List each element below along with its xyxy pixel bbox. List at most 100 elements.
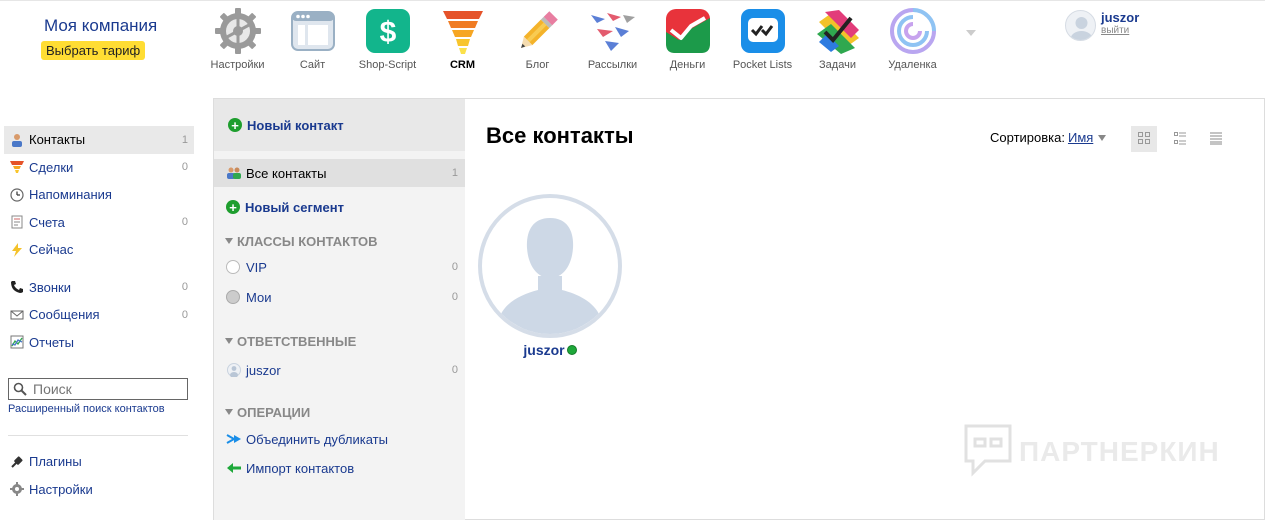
app-pocket-lists[interactable]: Pocket Lists: [725, 6, 800, 71]
shop-script-icon: $: [363, 6, 413, 56]
sidebar-item-now[interactable]: Сейчас: [4, 236, 194, 264]
app-tasks[interactable]: Задачи: [800, 6, 875, 71]
sidebar-item-reports[interactable]: Отчеты: [4, 329, 194, 357]
sidebar-item-label: Напоминания: [29, 187, 112, 203]
sidebar-item-label: Контакты: [29, 132, 86, 148]
list-view-icon: [1173, 131, 1187, 148]
responsible-count: 0: [451, 364, 458, 376]
logout-link[interactable]: выйти: [1101, 25, 1139, 36]
contact-avatar[interactable]: [478, 194, 622, 338]
table-view-icon: [1209, 131, 1223, 148]
operation-merge-duplicates[interactable]: Объединить дубликаты: [214, 425, 466, 453]
mailer-planes-icon: [588, 6, 638, 56]
top-header: Моя компания Выбрать тариф Настройки Сай…: [0, 0, 1265, 88]
app-site[interactable]: Сайт: [275, 6, 350, 71]
user-menu[interactable]: juszor выйти: [1065, 10, 1139, 41]
sidebar-item-settings[interactable]: Настройки: [4, 476, 194, 504]
class-count: 0: [451, 291, 458, 303]
responsible-header[interactable]: ОТВЕТСТВЕННЫЕ: [214, 331, 466, 351]
app-shop-script[interactable]: $ Shop-Script: [350, 6, 425, 71]
svg-text:$: $: [379, 16, 396, 49]
app-crm[interactable]: CRM: [425, 6, 500, 71]
sidebar-item-plugins[interactable]: Плагины: [4, 448, 194, 476]
plus-icon: +: [228, 118, 242, 132]
sidebar-item-label: Сейчас: [29, 242, 74, 258]
collapse-triangle-icon: [225, 238, 233, 244]
user-avatar[interactable]: [1065, 10, 1096, 41]
sort-dropdown-icon[interactable]: [1098, 134, 1107, 141]
sort-control[interactable]: Сортировка: Имя: [990, 130, 1107, 145]
phone-icon: [9, 279, 25, 295]
apps-more-dropdown-icon[interactable]: [966, 30, 976, 36]
envelope-icon: [9, 307, 25, 323]
contact-card[interactable]: juszor: [477, 194, 623, 358]
user-name[interactable]: juszor: [1101, 10, 1139, 25]
view-table-button[interactable]: [1203, 126, 1229, 152]
user-avatar-icon: [226, 362, 242, 378]
section-title: ОПЕРАЦИИ: [237, 404, 311, 420]
sidebar-item-label: Плагины: [29, 454, 82, 470]
site-icon: [288, 6, 338, 56]
class-item-mine[interactable]: Мои 0: [214, 283, 466, 311]
sidebar: Контакты 1 Сделки 0 Напоминания Счета 0 …: [4, 126, 194, 436]
collapse-triangle-icon: [225, 338, 233, 344]
pocket-lists-icon: [738, 6, 788, 56]
sidebar-item-contacts[interactable]: Контакты 1: [4, 126, 194, 154]
search-field[interactable]: [8, 378, 188, 400]
new-segment-item[interactable]: + Новый сегмент: [214, 193, 466, 221]
contact-name-link[interactable]: juszor: [523, 342, 564, 358]
app-money[interactable]: Деньги: [650, 6, 725, 71]
operations-header[interactable]: ОПЕРАЦИИ: [214, 402, 466, 422]
sidebar-item-invoices[interactable]: Счета 0: [4, 209, 194, 237]
crm-funnel-icon: [438, 6, 488, 56]
operation-label: Импорт контактов: [246, 460, 355, 476]
sidebar-item-count: 0: [181, 216, 188, 229]
sidebar-item-messages[interactable]: Сообщения 0: [4, 301, 194, 329]
new-segment-link[interactable]: Новый сегмент: [245, 200, 344, 215]
sort-value-link[interactable]: Имя: [1068, 130, 1093, 145]
operation-import-contacts[interactable]: Импорт контактов: [214, 454, 466, 482]
operation-label: Объединить дубликаты: [246, 431, 388, 447]
sidebar-divider: [8, 435, 188, 436]
sort-label: Сортировка:: [990, 130, 1065, 145]
company-name-link[interactable]: Моя компания: [44, 16, 157, 36]
sidebar-item-label: Звонки: [29, 279, 71, 295]
app-label: Shop-Script: [358, 59, 417, 71]
view-list-button[interactable]: [1167, 126, 1193, 152]
lightning-icon: [9, 242, 25, 258]
main-content: Все контакты Сортировка: Имя juszor ПАРТ…: [465, 98, 1265, 520]
sidebar-item-calls[interactable]: Звонки 0: [4, 274, 194, 302]
new-contact-link[interactable]: Новый контакт: [247, 118, 344, 133]
responsible-item[interactable]: juszor 0: [214, 356, 466, 384]
segment-label: Все контакты: [246, 165, 327, 181]
section-title: ОТВЕТСТВЕННЫЕ: [237, 333, 357, 349]
app-label: Настройки: [210, 59, 265, 71]
app-blog[interactable]: Блог: [500, 6, 575, 71]
contact-name[interactable]: juszor: [523, 342, 577, 358]
view-grid-button[interactable]: [1131, 126, 1157, 152]
app-remote[interactable]: Удаленка: [875, 6, 950, 71]
advanced-search-link[interactable]: Расширенный поиск контактов: [8, 403, 194, 415]
app-mailer[interactable]: Рассылки: [575, 6, 650, 71]
search-input[interactable]: [33, 381, 183, 397]
sidebar-item-reminders[interactable]: Напоминания: [4, 181, 194, 209]
sidebar-item-label: Сообщения: [29, 307, 100, 323]
blog-pencil-icon: [513, 6, 563, 56]
plus-icon: +: [226, 200, 240, 214]
section-title: КЛАССЫ КОНТАКТОВ: [237, 233, 378, 249]
contacts-group-icon: [226, 165, 242, 181]
remote-spiral-icon: [888, 6, 938, 56]
segment-all-contacts[interactable]: Все контакты 1: [214, 159, 466, 187]
sidebar-item-count: 1: [181, 133, 188, 146]
watermark-text: ПАРТНЕРКИН: [1019, 435, 1220, 467]
choose-plan-button[interactable]: Выбрать тариф: [41, 41, 146, 60]
class-item-vip[interactable]: VIP 0: [214, 253, 466, 281]
app-label: Pocket Lists: [732, 59, 793, 71]
segments-panel: + Новый контакт Все контакты 1 + Новый с…: [213, 98, 466, 520]
sidebar-item-deals[interactable]: Сделки 0: [4, 154, 194, 182]
contact-classes-header[interactable]: КЛАССЫ КОНТАКТОВ: [214, 231, 466, 251]
class-circle-icon: [226, 260, 240, 274]
app-settings[interactable]: Настройки: [200, 6, 275, 71]
responsible-label: juszor: [246, 362, 281, 378]
search-icon: [13, 382, 27, 396]
